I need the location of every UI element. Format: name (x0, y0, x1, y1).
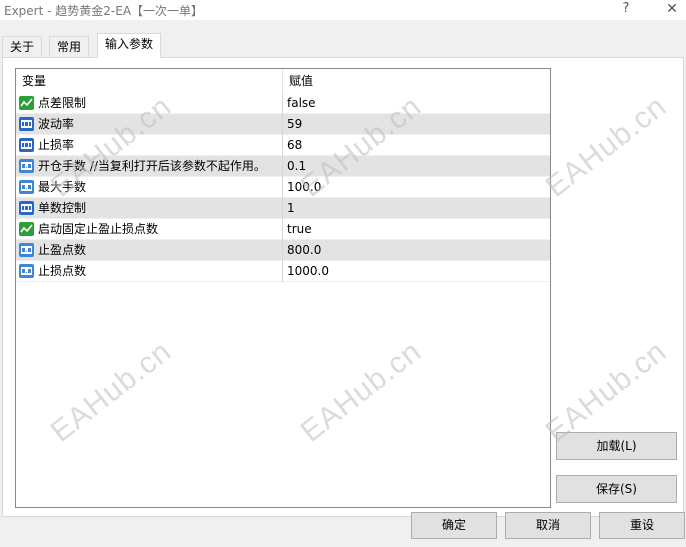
variable-name: 开仓手数 //当复利打开后该参数不起作用。 (38, 159, 266, 173)
int-icon (19, 138, 34, 152)
table-row[interactable]: 止盈点数 800.0 (16, 240, 550, 261)
table-row[interactable]: 最大手数 100.0 (16, 177, 550, 198)
variable-value[interactable]: 1000.0 (287, 261, 329, 282)
variable-value[interactable]: 800.0 (287, 240, 321, 261)
int-icon (19, 117, 34, 131)
table-row[interactable]: 点差限制 false (16, 93, 550, 114)
bool-icon (19, 222, 34, 236)
parameters-grid[interactable]: 变量 赋值 点差限制 false 波动率 59 止损率 68 开仓手数 //当复利打开后该参… (15, 68, 551, 508)
variable-name: 单数控制 (38, 201, 87, 215)
cell-divider (282, 93, 283, 114)
variable-value[interactable]: false (287, 93, 316, 114)
table-row[interactable]: 单数控制 1 (16, 198, 550, 219)
tab-inputs[interactable]: 输入参数 (97, 33, 162, 58)
variable-name: 止盈点数 (38, 243, 87, 257)
column-header-value[interactable]: 赋值 (289, 69, 313, 93)
cell-divider (282, 261, 283, 282)
dialog-body: 关于 常用 输入参数 变量 赋值 点差限制 false 波动率 59 止损率 68 开仓手数… (0, 20, 686, 547)
variable-value[interactable]: 59 (287, 114, 302, 135)
variable-name: 最大手数 (38, 180, 87, 194)
variable-value[interactable]: true (287, 219, 312, 240)
variable-name: 启动固定止盈止损点数 (38, 222, 159, 236)
cell-divider (282, 156, 283, 177)
tab-strip: 关于 常用 输入参数 (0, 33, 686, 58)
close-button[interactable]: ✕ (658, 0, 686, 20)
cell-divider (282, 177, 283, 198)
variable-value[interactable]: 68 (287, 135, 302, 156)
variable-value[interactable]: 0.1 (287, 156, 306, 177)
table-row[interactable]: 止损率 68 (16, 135, 550, 156)
cell-divider (282, 135, 283, 156)
window-title: Expert - 趋势黄金2-EA【一次一单】 (4, 4, 204, 18)
title-bar: Expert - 趋势黄金2-EA【一次一单】 ? ✕ (0, 0, 686, 20)
cell-divider (282, 240, 283, 261)
table-row[interactable]: 启动固定止盈止损点数 true (16, 219, 550, 240)
variable-name: 止损率 (38, 138, 75, 152)
variable-name: 止损点数 (38, 264, 87, 278)
bool-icon (19, 96, 34, 110)
double-icon (19, 159, 34, 173)
tab-about[interactable]: 关于 (2, 36, 43, 57)
cell-divider (282, 219, 283, 240)
column-header-variable[interactable]: 变量 (22, 69, 46, 93)
double-icon (19, 180, 34, 194)
grid-header: 变量 赋值 (16, 69, 550, 93)
tab-common[interactable]: 常用 (49, 36, 90, 57)
table-row[interactable]: 波动率 59 (16, 114, 550, 135)
cell-divider (282, 198, 283, 219)
column-divider[interactable] (282, 69, 283, 93)
load-button[interactable]: 加载(L) (556, 432, 677, 460)
variable-value[interactable]: 100.0 (287, 177, 321, 198)
double-icon (19, 243, 34, 257)
variable-name: 点差限制 (38, 96, 87, 110)
cancel-button[interactable]: 取消 (505, 512, 591, 539)
double-icon (19, 264, 34, 278)
cell-divider (282, 114, 283, 135)
reset-button[interactable]: 重设 (599, 512, 685, 539)
table-row[interactable]: 开仓手数 //当复利打开后该参数不起作用。 0.1 (16, 156, 550, 177)
variable-name: 波动率 (38, 117, 75, 131)
variable-value[interactable]: 1 (287, 198, 295, 219)
save-button[interactable]: 保存(S) (556, 475, 677, 503)
int-icon (19, 201, 34, 215)
table-row[interactable]: 止损点数 1000.0 (16, 261, 550, 282)
help-button[interactable]: ? (612, 0, 640, 20)
ok-button[interactable]: 确定 (411, 512, 497, 539)
